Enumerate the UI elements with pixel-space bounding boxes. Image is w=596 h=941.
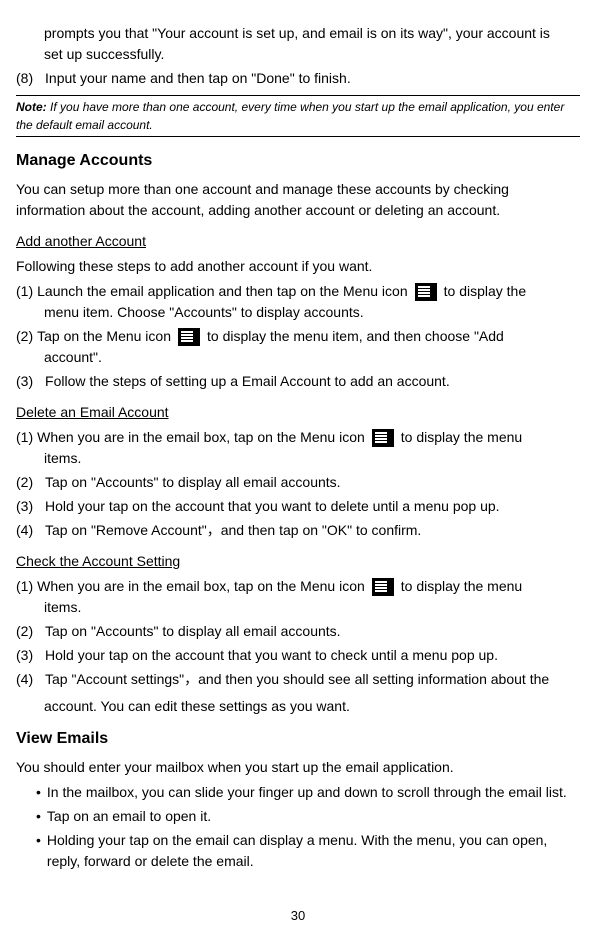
step-text: Tap on "Accounts" to display all email a…: [45, 623, 341, 639]
step-number: (2): [16, 326, 33, 347]
step-text: Tap on "Remove Account"，and then tap on …: [45, 522, 421, 538]
manage-accounts-heading: Manage Accounts: [16, 149, 580, 173]
check-step-3: (3) Hold your tap on the account that yo…: [16, 645, 580, 666]
add-account-subhead: Add another Account: [16, 231, 580, 252]
text: set up successfully.: [44, 44, 580, 65]
menu-icon: [415, 283, 437, 301]
check-step-4: (4) Tap "Account settings"，and then you …: [16, 669, 580, 717]
check-step-1: (1) When you are in the email box, tap o…: [16, 576, 580, 618]
text: account".: [16, 347, 580, 368]
note-block: Note: If you have more than one account,…: [16, 95, 580, 137]
add-step-1: (1) Launch the email application and the…: [16, 281, 580, 323]
step-number: (4): [16, 671, 33, 687]
step-number: (1): [16, 281, 33, 302]
manage-accounts-intro: You can setup more than one account and …: [16, 179, 580, 221]
step-text: Hold your tap on the account that you wa…: [45, 647, 498, 663]
check-step-2: (2) Tap on "Accounts" to display all ema…: [16, 621, 580, 642]
menu-icon: [178, 328, 200, 346]
page-number: 30: [16, 906, 580, 926]
step-number: (3): [16, 498, 33, 514]
step-text: Follow the steps of setting up a Email A…: [45, 373, 450, 389]
step-number: (3): [16, 373, 33, 389]
step-number: (3): [16, 647, 33, 663]
step-number: (8): [16, 70, 33, 86]
bullet-icon: •: [36, 782, 41, 803]
delete-step-3: (3) Hold your tap on the account that yo…: [16, 496, 580, 517]
step-text: Input your name and then tap on "Done" t…: [45, 70, 351, 86]
text: prompts you that "Your account is set up…: [44, 25, 550, 41]
step-number: (2): [16, 474, 33, 490]
text: to display the menu item, and then choos…: [207, 326, 504, 347]
text: Tap on the Menu icon: [37, 326, 171, 347]
check-account-subhead: Check the Account Setting: [16, 551, 580, 572]
step-number: (1): [16, 576, 33, 597]
add-step-2: (2) Tap on the Menu icon to display the …: [16, 326, 580, 368]
step-text: Tap on "Accounts" to display all email a…: [45, 474, 341, 490]
text: When you are in the email box, tap on th…: [37, 427, 365, 448]
step-number: (4): [16, 522, 33, 538]
menu-icon: [372, 578, 394, 596]
text: Holding your tap on the email can displa…: [47, 830, 580, 872]
text: menu item. Choose "Accounts" to display …: [16, 302, 580, 323]
add-step-3: (3) Follow the steps of setting up a Ema…: [16, 371, 580, 392]
step-number: (1): [16, 427, 33, 448]
prev-step-continuation: prompts you that "Your account is set up…: [16, 23, 580, 65]
text: to display the menu: [401, 427, 522, 448]
text: items.: [16, 448, 580, 469]
view-emails-bullets: • In the mailbox, you can slide your fin…: [16, 782, 580, 872]
text: When you are in the email box, tap on th…: [37, 576, 365, 597]
text: to display the menu: [401, 576, 522, 597]
bullet-icon: •: [36, 830, 41, 872]
note-text: If you have more than one account, every…: [16, 100, 564, 132]
list-item: • Tap on an email to open it.: [36, 806, 580, 827]
menu-icon: [372, 429, 394, 447]
step-text: Tap "Account settings"，and then you shou…: [45, 671, 549, 687]
text: items.: [16, 597, 580, 618]
bullet-icon: •: [36, 806, 41, 827]
list-item: • Holding your tap on the email can disp…: [36, 830, 580, 872]
note-label: Note:: [16, 100, 47, 114]
delete-account-subhead: Delete an Email Account: [16, 402, 580, 423]
add-account-intro: Following these steps to add another acc…: [16, 256, 580, 277]
text: Launch the email application and then ta…: [37, 281, 408, 302]
view-emails-heading: View Emails: [16, 727, 580, 751]
delete-step-4: (4) Tap on "Remove Account"，and then tap…: [16, 520, 580, 541]
text: to display the: [444, 281, 527, 302]
delete-step-2: (2) Tap on "Accounts" to display all ema…: [16, 472, 580, 493]
step-number: (2): [16, 623, 33, 639]
setup-step-8: (8) Input your name and then tap on "Don…: [16, 68, 580, 89]
text: account. You can edit these settings as …: [16, 696, 580, 717]
list-item: • In the mailbox, you can slide your fin…: [36, 782, 580, 803]
step-text: Hold your tap on the account that you wa…: [45, 498, 500, 514]
view-emails-intro: You should enter your mailbox when you s…: [16, 757, 580, 778]
text: In the mailbox, you can slide your finge…: [47, 782, 567, 803]
text: Tap on an email to open it.: [47, 806, 211, 827]
delete-step-1: (1) When you are in the email box, tap o…: [16, 427, 580, 469]
